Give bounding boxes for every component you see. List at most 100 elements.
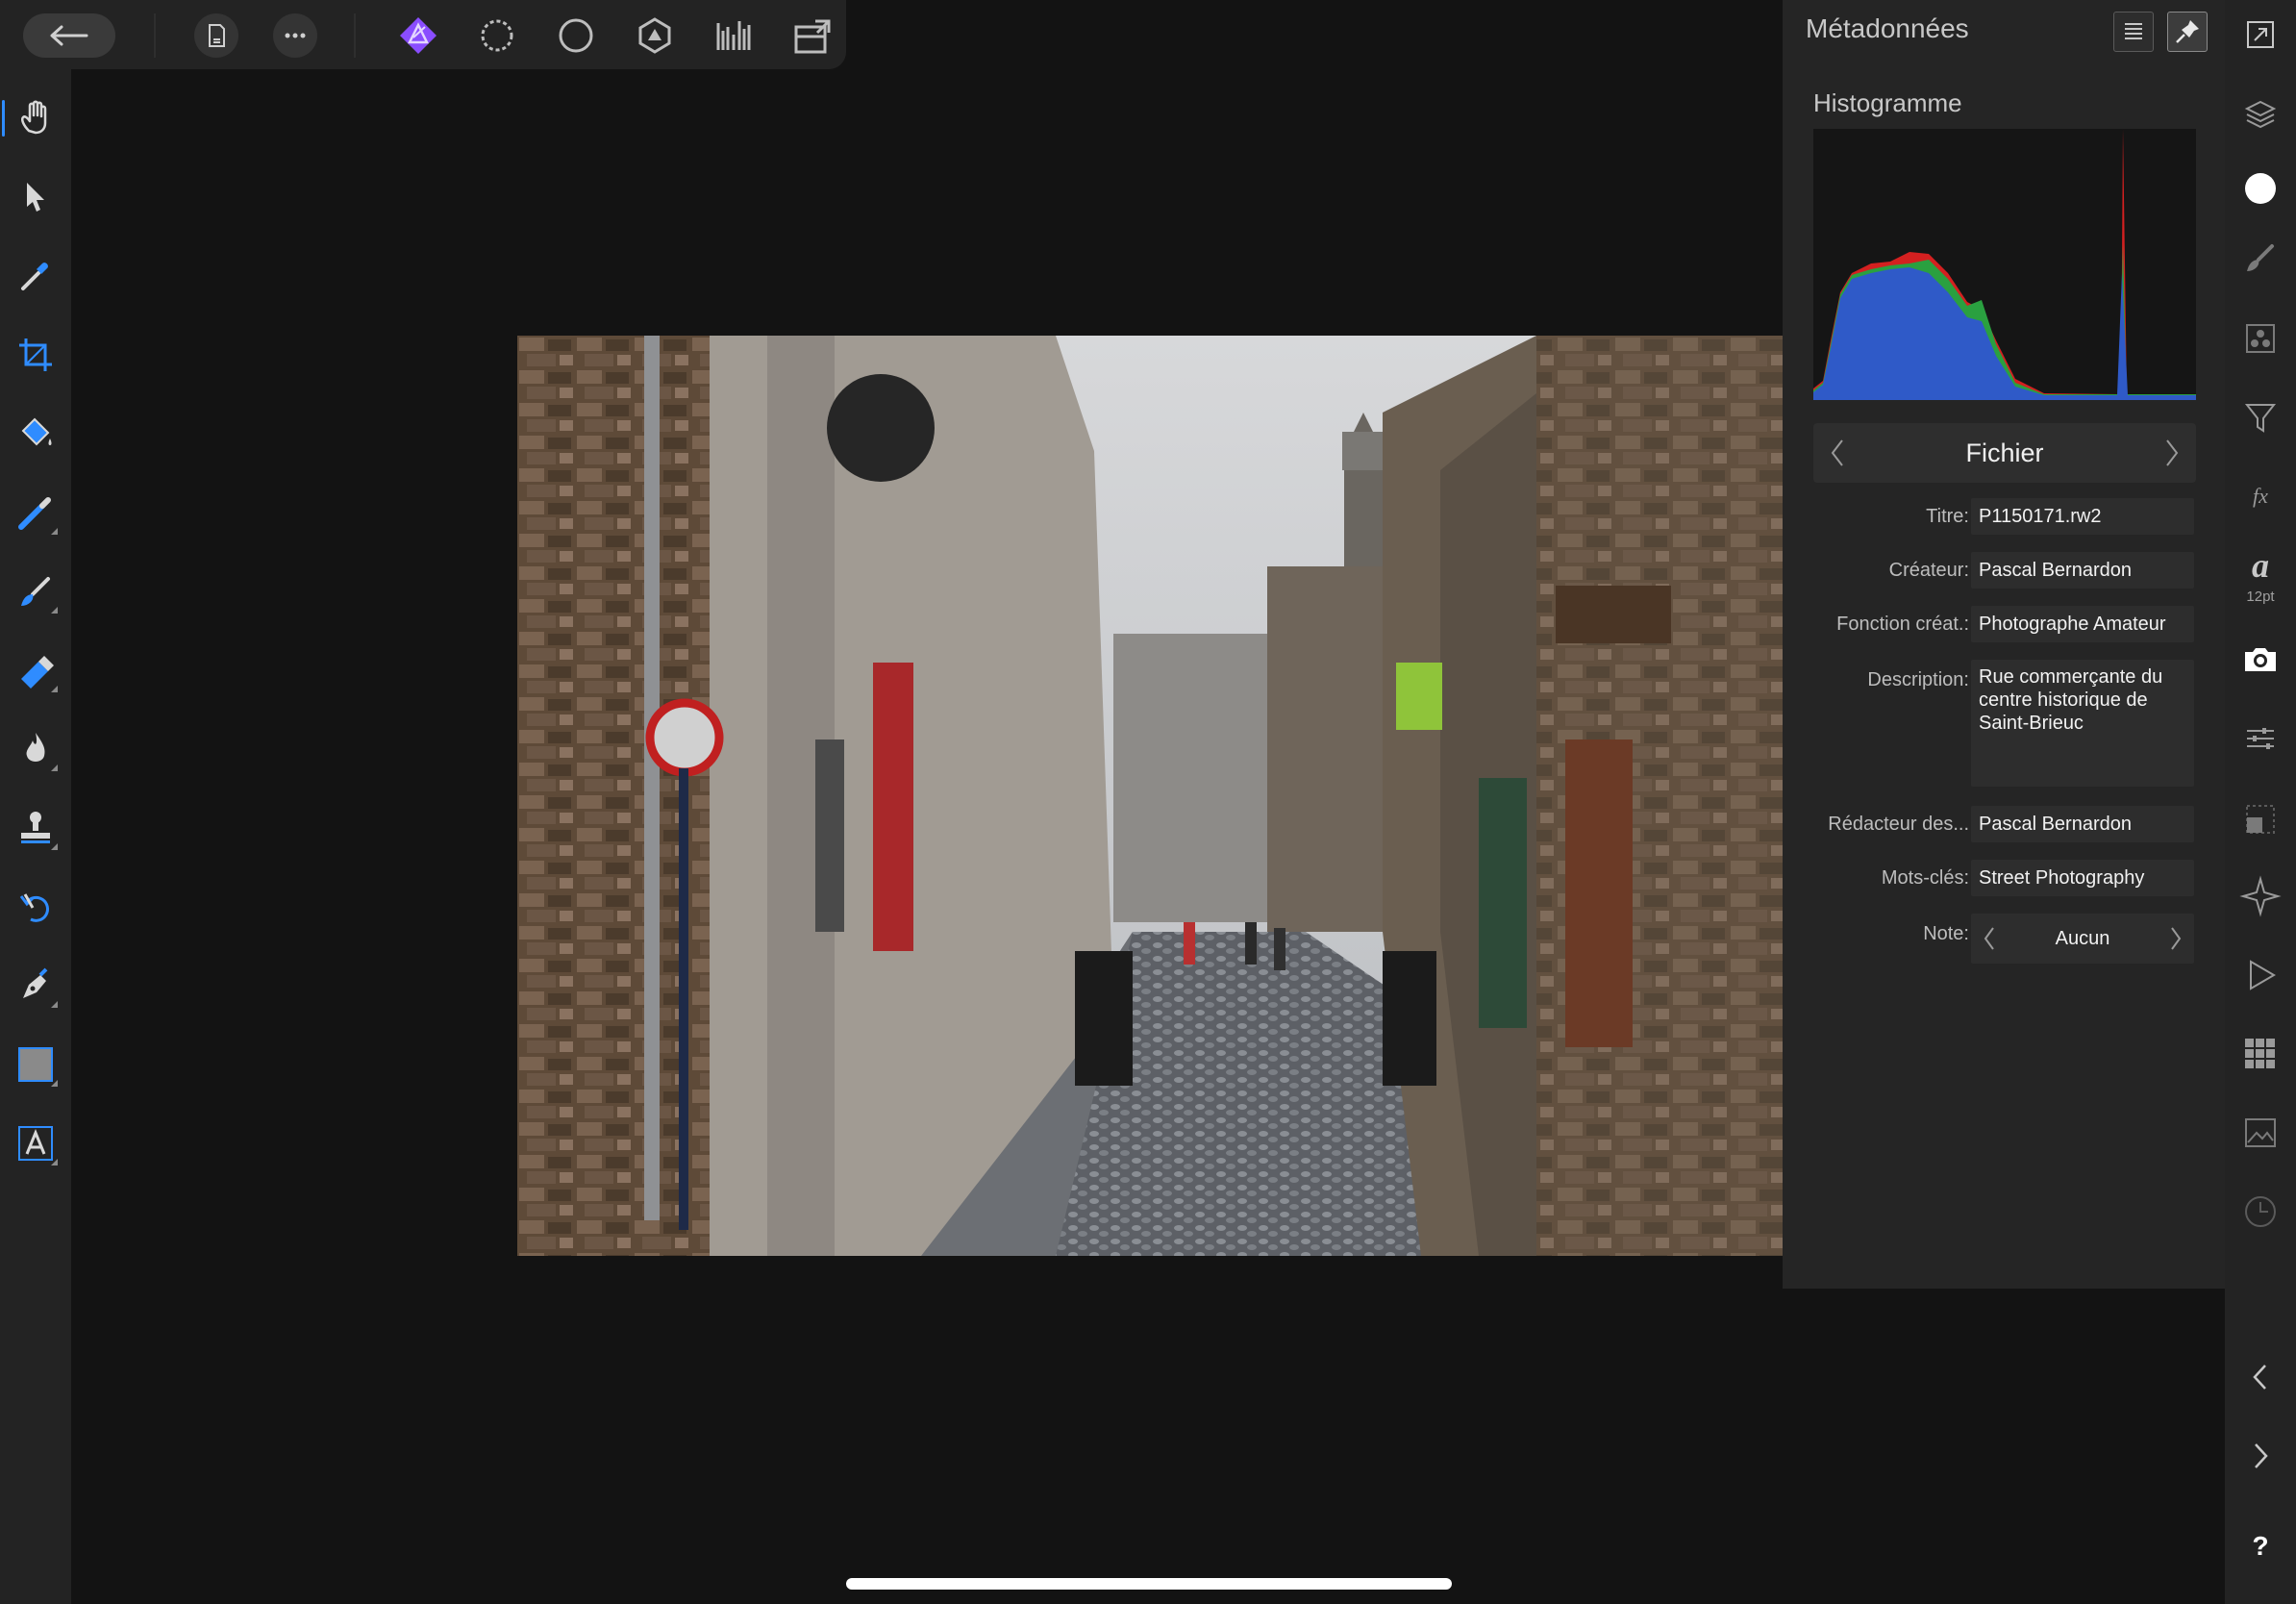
back-arrow-icon — [50, 25, 88, 46]
liquify-persona-button[interactable] — [475, 13, 519, 58]
text-styles-button[interactable]: a — [2239, 544, 2282, 587]
clock-icon — [2245, 1196, 2276, 1227]
color-picker-tool[interactable] — [12, 252, 60, 300]
list-view-button[interactable] — [2113, 12, 2154, 52]
histogram-label: Histogramme — [1813, 88, 1962, 117]
tool-options-indicator — [51, 528, 58, 535]
channels-studio-button[interactable] — [2239, 317, 2282, 360]
transform-studio-button[interactable] — [2239, 798, 2282, 840]
layers-icon — [2244, 100, 2277, 129]
assets-studio-button[interactable] — [2239, 1112, 2282, 1154]
camera-icon — [2245, 648, 2276, 671]
filter-icon — [2244, 404, 2277, 433]
street-photo — [517, 336, 1783, 1256]
effects-studio-button[interactable]: fx — [2239, 475, 2282, 517]
category-label: Fichier — [1965, 439, 2044, 467]
back-button[interactable] — [23, 13, 115, 58]
compass-icon — [2239, 875, 2282, 917]
tool-options-indicator — [51, 686, 58, 692]
tone-mapping-persona-button[interactable] — [633, 13, 677, 58]
channels-icon — [2246, 324, 2275, 353]
rating-label: Note: — [1923, 923, 1969, 944]
document-button[interactable] — [194, 13, 238, 58]
text-tool[interactable] — [12, 1119, 60, 1167]
view-mode-button[interactable] — [790, 13, 835, 58]
creator-field[interactable]: Pascal Bernardon — [1971, 552, 2194, 589]
tool-options-indicator — [51, 1159, 58, 1165]
creator-job-label: Fonction créat.: — [1836, 614, 1969, 635]
burn-tool[interactable] — [12, 725, 60, 773]
macros-studio-button[interactable] — [2239, 954, 2282, 996]
svg-text:a: a — [2252, 546, 2269, 585]
selection-brush-tool[interactable] — [12, 489, 60, 537]
rectangle-shape-tool[interactable] — [12, 1040, 60, 1089]
crop-tool[interactable] — [12, 331, 60, 379]
play-icon — [2250, 960, 2276, 990]
swatches-grid-button[interactable] — [2239, 1033, 2282, 1075]
character-icon: a — [2252, 546, 2269, 585]
histogram-graph — [1813, 129, 2196, 400]
creator-job-field[interactable]: Photographe Amateur — [1971, 606, 2194, 642]
adjustments-studio-button[interactable] — [2239, 717, 2282, 760]
flood-fill-tool[interactable] — [12, 410, 60, 458]
move-tool-icon — [27, 183, 44, 212]
font-size-label: 12pt — [2246, 589, 2275, 605]
chevron-right-icon — [2166, 439, 2179, 466]
color-studio-button[interactable] — [2239, 167, 2282, 210]
chevron-right-icon — [2255, 1443, 2268, 1468]
more-icon — [285, 33, 306, 38]
collapse-right-button[interactable] — [2239, 1435, 2282, 1477]
tool-options-indicator — [51, 1080, 58, 1087]
develop-persona-button[interactable] — [554, 13, 598, 58]
help-button[interactable]: ? — [2225, 1531, 2296, 1562]
move-tool[interactable] — [12, 173, 60, 221]
develop-persona-icon — [559, 18, 593, 53]
clone-stamp-tool[interactable] — [12, 804, 60, 852]
photo-persona-button[interactable] — [396, 13, 440, 58]
keywords-field[interactable]: Street Photography — [1971, 860, 2194, 896]
toolbar-divider — [354, 13, 356, 58]
rating-next-button[interactable] — [2161, 918, 2190, 959]
creator-label: Créateur: — [1888, 560, 1969, 581]
view-tool[interactable] — [2, 94, 60, 142]
tool-options-indicator — [51, 607, 58, 614]
paint-brush-tool[interactable] — [12, 567, 60, 615]
fullscreen-icon — [2247, 21, 2274, 48]
studio-rail: fx a 12pt ? — [2225, 0, 2296, 1604]
brushes-icon — [2247, 244, 2274, 271]
collapse-left-button[interactable] — [2239, 1356, 2282, 1398]
metadata-studio-button[interactable] — [2239, 639, 2282, 681]
fullscreen-button[interactable] — [2239, 13, 2282, 56]
top-toolbar — [0, 0, 846, 69]
document-canvas-photo[interactable] — [517, 336, 1783, 1256]
transform-icon — [2246, 805, 2275, 834]
undo-brush-icon — [19, 893, 49, 922]
tone-mapping-persona-icon — [638, 17, 671, 54]
eraser-tool[interactable] — [12, 646, 60, 694]
brushes-studio-button[interactable] — [2239, 237, 2282, 279]
description-writer-field[interactable]: Pascal Bernardon — [1971, 806, 2194, 842]
history-studio-button[interactable] — [2239, 1190, 2282, 1233]
undo-brush-tool[interactable] — [12, 883, 60, 931]
color-swatch-icon — [2245, 173, 2276, 204]
flood-fill-icon — [21, 417, 52, 446]
svg-text:fx: fx — [2253, 484, 2268, 508]
keywords-label: Mots-clés: — [1881, 867, 1969, 889]
navigator-studio-button[interactable] — [2239, 875, 2282, 917]
description-field[interactable]: Rue commerçante du centre historique de … — [1971, 660, 2194, 787]
view-tool-icon — [21, 100, 47, 135]
pen-tool[interactable] — [12, 962, 60, 1010]
next-category-button[interactable] — [2158, 433, 2186, 473]
title-field[interactable]: P1150171.rw2 — [1971, 498, 2194, 535]
sliders-icon — [2247, 728, 2274, 749]
tools-panel — [0, 69, 71, 1604]
export-persona-button[interactable] — [711, 13, 756, 58]
chevron-left-icon — [2253, 1365, 2266, 1390]
chevron-right-icon — [2171, 927, 2182, 950]
adjustments-filter-button[interactable] — [2239, 396, 2282, 439]
more-button[interactable] — [273, 13, 317, 58]
crop-icon — [19, 338, 52, 371]
layers-studio-button[interactable] — [2239, 94, 2282, 137]
description-writer-label: Rédacteur des... — [1828, 814, 1969, 835]
pin-panel-button[interactable] — [2167, 12, 2208, 52]
